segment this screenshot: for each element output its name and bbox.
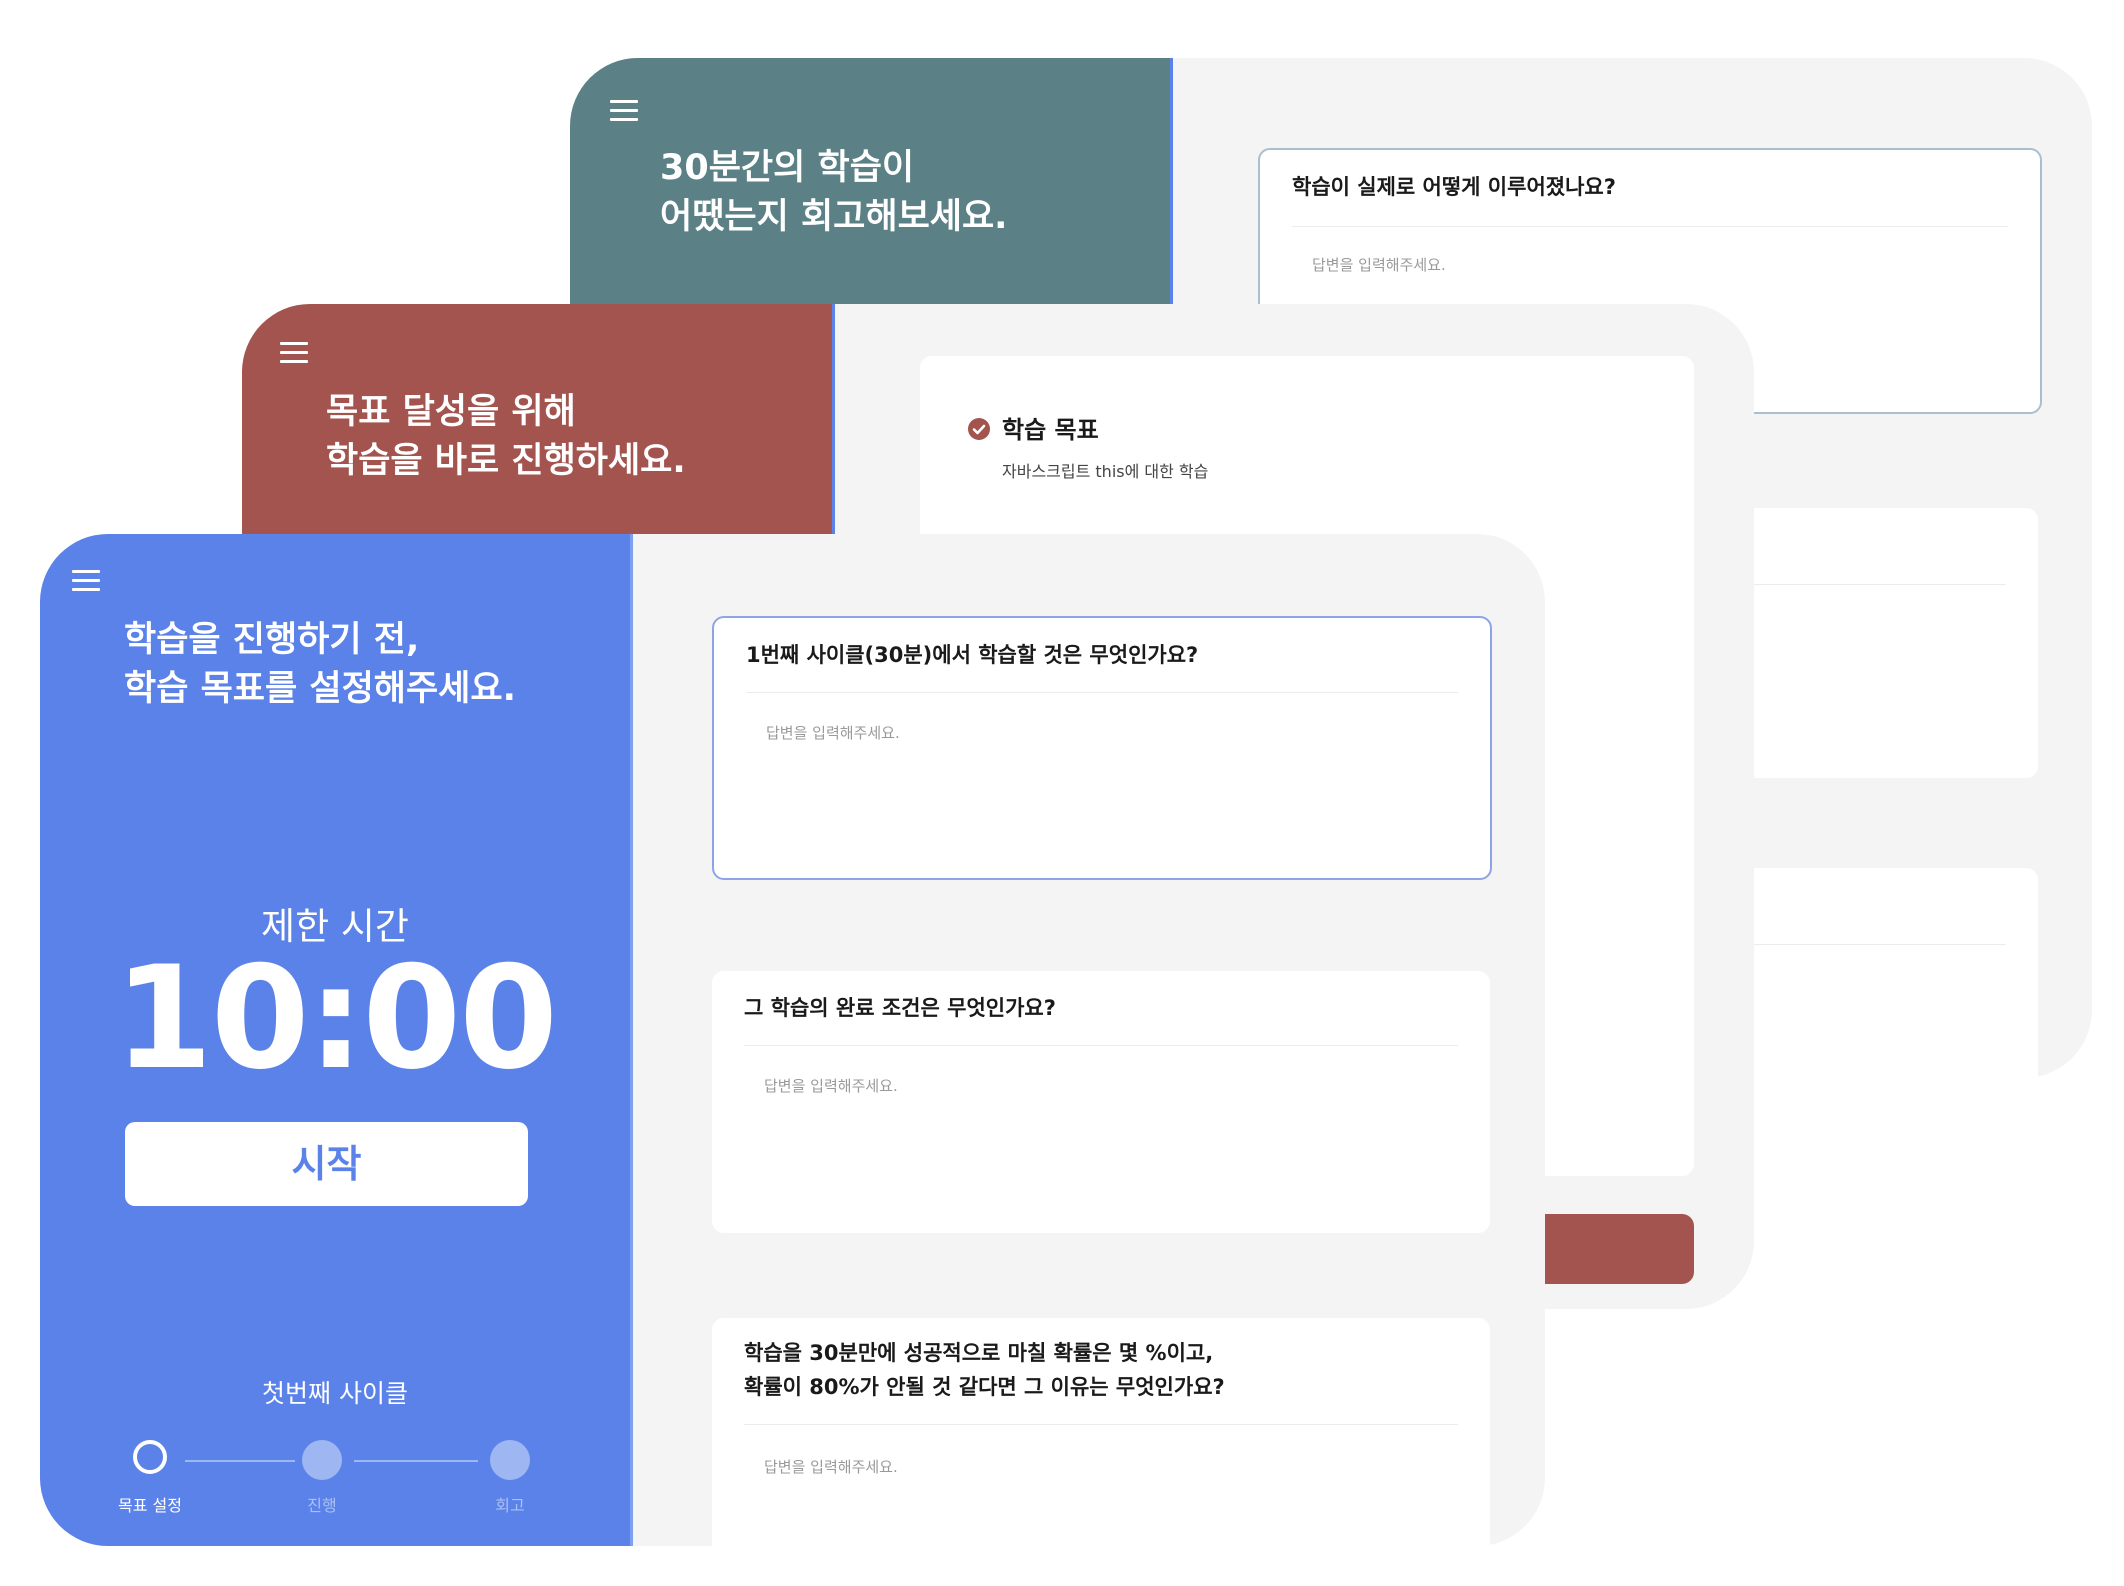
menu-icon[interactable]: [280, 342, 308, 364]
menu-icon[interactable]: [610, 100, 638, 122]
timer-value: 10:00: [113, 936, 558, 1101]
goal-heading: 학습 목표: [1002, 416, 1099, 444]
divider: [744, 1045, 1458, 1046]
question-card-2[interactable]: 그 학습의 완료 조건은 무엇인가요? 답변을 입력해주세요.: [712, 971, 1490, 1233]
answer-placeholder: 답변을 입력해주세요.: [1312, 256, 1446, 274]
step-pending-icon: [490, 1440, 530, 1480]
divider: [744, 1424, 1458, 1425]
answer-placeholder: 답변을 입력해주세요.: [766, 724, 900, 742]
step-pending-icon: [302, 1440, 342, 1480]
setup-screen: 학습을 진행하기 전, 학습 목표를 설정해주세요. 제한 시간 10:00 시…: [40, 534, 1545, 1546]
start-button[interactable]: 시작: [125, 1122, 528, 1206]
step-connector: [185, 1460, 295, 1462]
answer-placeholder: 답변을 입력해주세요.: [764, 1458, 898, 1476]
progress-title: 목표 달성을 위해 학습을 바로 진행하세요.: [326, 392, 686, 481]
goal-text: 자바스크립트 this에 대한 학습: [1002, 462, 1209, 481]
step-connector: [354, 1460, 478, 1462]
answer-placeholder: 답변을 입력해주세요.: [764, 1077, 898, 1095]
step-label-retro: 회고: [495, 1496, 525, 1515]
question-text: 그 학습의 완료 조건은 무엇인가요?: [744, 996, 1056, 1020]
check-circle-icon: [968, 418, 990, 440]
question-text-line-1: 학습을 30분만에 성공적으로 마칠 확률은 몇 %이고,: [744, 1341, 1214, 1365]
setup-sidebar: 학습을 진행하기 전, 학습 목표를 설정해주세요. 제한 시간 10:00 시…: [40, 534, 633, 1546]
question-card-1[interactable]: 1번째 사이클(30분)에서 학습할 것은 무엇인가요? 답변을 입력해주세요.: [712, 616, 1492, 880]
menu-icon[interactable]: [72, 570, 100, 592]
step-label-goal: 목표 설정: [118, 1496, 182, 1515]
divider: [746, 692, 1458, 693]
setup-title: 학습을 진행하기 전, 학습 목표를 설정해주세요.: [124, 620, 516, 709]
step-label-progress: 진행: [307, 1496, 337, 1515]
question-text: 1번째 사이클(30분)에서 학습할 것은 무엇인가요?: [746, 643, 1199, 667]
divider: [1292, 226, 2008, 227]
question-text: 학습이 실제로 어떻게 이루어졌나요?: [1292, 175, 1616, 199]
cycle-label: 첫번째 사이클: [262, 1379, 408, 1408]
question-card-3[interactable]: 학습을 30분만에 성공적으로 마칠 확률은 몇 %이고, 확률이 80%가 안…: [712, 1318, 1490, 1546]
retro-title: 30분간의 학습이 어땠는지 회고해보세요.: [660, 148, 1008, 237]
step-current-icon: [133, 1440, 167, 1474]
question-text-line-2: 확률이 80%가 안될 것 같다면 그 이유는 무엇인가요?: [744, 1375, 1225, 1399]
